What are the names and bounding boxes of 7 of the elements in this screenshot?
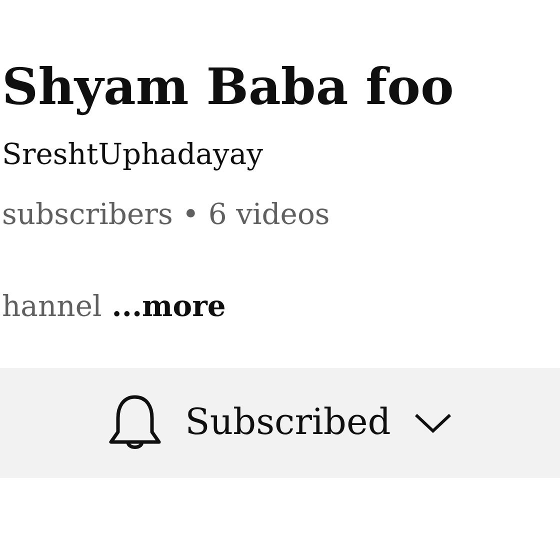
- chevron-down-icon: [412, 411, 453, 435]
- channel-handle: SreshtUphadayay: [2, 136, 263, 173]
- channel-description: hannel: [2, 288, 102, 325]
- channel-stats: subscribers • 6 videos: [2, 196, 330, 233]
- subscribed-button[interactable]: Subscribed: [0, 368, 560, 478]
- channel-title: Shyam Baba foo: [2, 56, 454, 118]
- more-link[interactable]: ...more: [112, 286, 226, 326]
